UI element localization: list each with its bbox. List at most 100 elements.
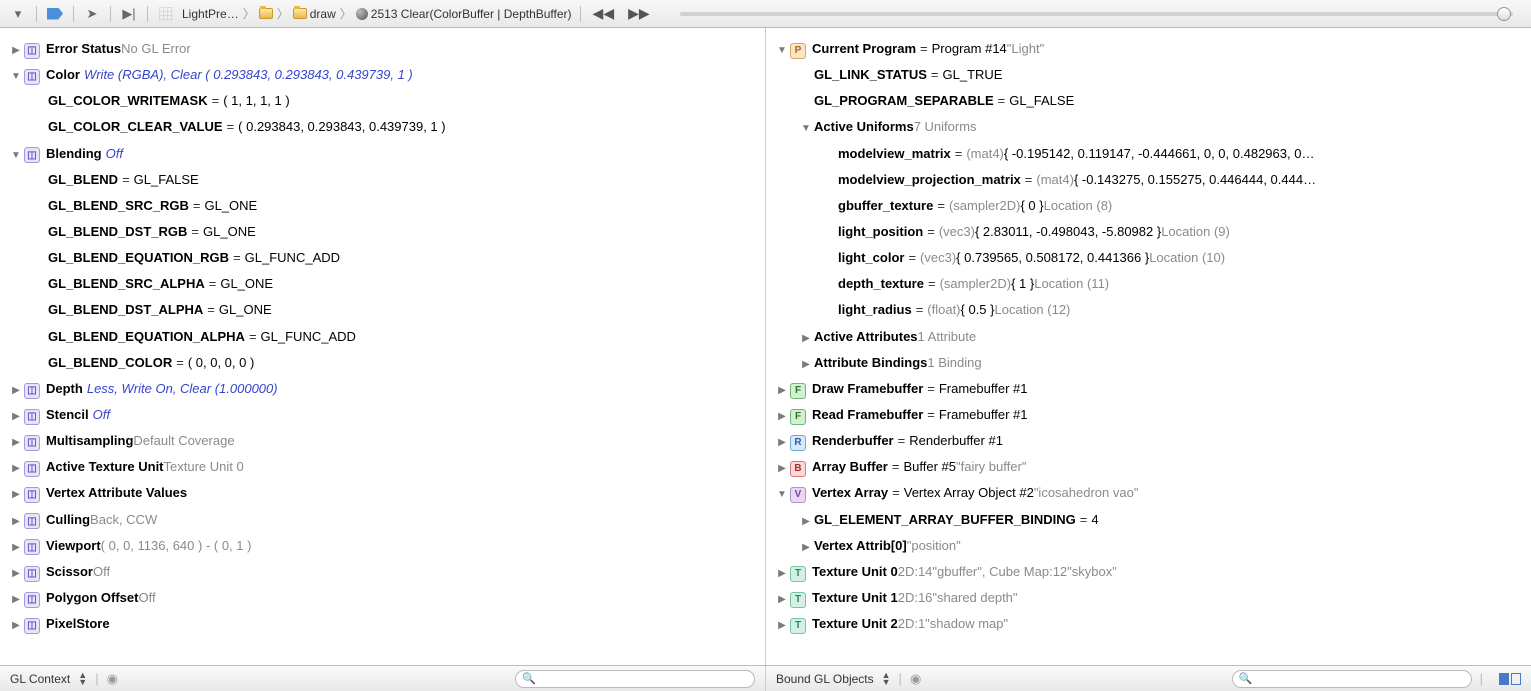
disclosure-icon[interactable] bbox=[800, 357, 812, 373]
disclosure-icon[interactable] bbox=[776, 383, 788, 399]
nav-back-icon[interactable]: ◀◀ bbox=[589, 5, 619, 22]
row-active-texture-unit[interactable]: ◫Active Texture Unit Texture Unit 0 bbox=[0, 454, 765, 480]
disclosure-icon[interactable] bbox=[10, 618, 22, 634]
panel-toggle[interactable] bbox=[1499, 673, 1521, 685]
row-uniform-mvp[interactable]: modelview_projection_matrix=(mat4) { -0.… bbox=[766, 167, 1531, 193]
row-vertex-attr-values[interactable]: ◫Vertex Attribute Values bbox=[0, 480, 765, 506]
footer-search-right[interactable]: 🔍 bbox=[1232, 670, 1472, 688]
disclosure-icon[interactable] bbox=[10, 69, 22, 85]
stepper-icon[interactable]: ▲▼ bbox=[78, 672, 87, 686]
disclosure-icon[interactable] bbox=[10, 435, 22, 451]
dropdown-menu-icon[interactable]: ▾ bbox=[8, 5, 28, 23]
row-attribute-bindings[interactable]: Attribute Bindings 1 Binding bbox=[766, 350, 1531, 376]
row-eq-alpha[interactable]: GL_BLEND_EQUATION_ALPHA=GL_FUNC_ADD bbox=[0, 324, 765, 350]
row-renderbuffer[interactable]: RRenderbuffer=Renderbuffer #1 bbox=[766, 428, 1531, 454]
row-eq-rgb[interactable]: GL_BLEND_EQUATION_RGB=GL_FUNC_ADD bbox=[0, 245, 765, 271]
row-link-status[interactable]: GL_LINK_STATUS=GL_TRUE bbox=[766, 62, 1531, 88]
disclosure-icon[interactable] bbox=[800, 514, 812, 530]
row-uniform-light-color[interactable]: light_color=(vec3) { 0.739565, 0.508172,… bbox=[766, 245, 1531, 271]
crumb-folder2[interactable]: draw bbox=[293, 7, 336, 21]
stepper-icon[interactable]: ▲▼ bbox=[882, 672, 891, 686]
row-texture-unit-2[interactable]: TTexture Unit 2 2D:1"shadow map" bbox=[766, 611, 1531, 637]
row-src-rgb[interactable]: GL_BLEND_SRC_RGB=GL_ONE bbox=[0, 193, 765, 219]
prop-name: Error Status bbox=[46, 39, 121, 59]
panel-left-icon[interactable] bbox=[1499, 673, 1509, 685]
row-uniform-depth-texture[interactable]: depth_texture=(sampler2D) { 1 } Location… bbox=[766, 271, 1531, 297]
disclosure-icon[interactable] bbox=[776, 43, 788, 59]
row-dst-alpha[interactable]: GL_BLEND_DST_ALPHA=GL_ONE bbox=[0, 297, 765, 323]
row-error-status[interactable]: ◫Error Status No GL Error bbox=[0, 36, 765, 62]
step-icon[interactable]: ▶| bbox=[119, 5, 139, 23]
breadcrumb[interactable]: LightPre… 〉 〉 draw 〉 2513 Clear(ColorBuf… bbox=[182, 5, 572, 22]
row-src-alpha[interactable]: GL_BLEND_SRC_ALPHA=GL_ONE bbox=[0, 271, 765, 297]
footer-scope-selector[interactable]: GL Context bbox=[10, 672, 70, 686]
crumb-call[interactable]: 2513 Clear(ColorBuffer | DepthBuffer) bbox=[356, 7, 572, 21]
row-texture-unit-0[interactable]: TTexture Unit 0 2D:14"gbuffer", Cube Map… bbox=[766, 559, 1531, 585]
slider-thumb[interactable] bbox=[1497, 7, 1511, 21]
row-active-attributes[interactable]: Active Attributes 1 Attribute bbox=[766, 324, 1531, 350]
row-array-buffer[interactable]: BArray Buffer=Buffer #5 "fairy buffer" bbox=[766, 454, 1531, 480]
row-current-program[interactable]: PCurrent Program=Program #14 "Light" bbox=[766, 36, 1531, 62]
row-color[interactable]: ◫ColorWrite (RGBA), Clear ( 0.293843, 0.… bbox=[0, 62, 765, 88]
row-uniform-mv[interactable]: modelview_matrix=(mat4) { -0.195142, 0.1… bbox=[766, 141, 1531, 167]
row-pixelstore[interactable]: ◫PixelStore bbox=[0, 611, 765, 637]
disclosure-icon[interactable] bbox=[776, 618, 788, 634]
row-vertex-attrib-0[interactable]: Vertex Attrib[0] "position" bbox=[766, 533, 1531, 559]
disclosure-icon[interactable] bbox=[776, 487, 788, 503]
footer-scope-selector[interactable]: Bound GL Objects bbox=[776, 672, 874, 686]
row-vertex-array[interactable]: VVertex Array=Vertex Array Object #2 "ic… bbox=[766, 480, 1531, 506]
row-blending[interactable]: ◫BlendingOff bbox=[0, 141, 765, 167]
row-blend-color[interactable]: GL_BLEND_COLOR=( 0, 0, 0, 0 ) bbox=[0, 350, 765, 376]
row-writemask[interactable]: GL_COLOR_WRITEMASK=( 1, 1, 1, 1 ) bbox=[0, 88, 765, 114]
eye-icon[interactable]: ◉ bbox=[107, 671, 118, 687]
disclosure-icon[interactable] bbox=[10, 566, 22, 582]
frame-slider[interactable] bbox=[680, 12, 1513, 16]
disclosure-icon[interactable] bbox=[10, 592, 22, 608]
disclosure-icon[interactable] bbox=[10, 409, 22, 425]
row-blend[interactable]: GL_BLEND=GL_FALSE bbox=[0, 167, 765, 193]
row-draw-framebuffer[interactable]: FDraw Framebuffer=Framebuffer #1 bbox=[766, 376, 1531, 402]
disclosure-icon[interactable] bbox=[800, 121, 812, 137]
disclosure-icon[interactable] bbox=[800, 331, 812, 347]
disclosure-icon[interactable] bbox=[776, 435, 788, 451]
row-multisampling[interactable]: ◫Multisampling Default Coverage bbox=[0, 428, 765, 454]
row-scissor[interactable]: ◫Scissor Off bbox=[0, 559, 765, 585]
grid-icon[interactable] bbox=[156, 5, 176, 23]
row-uniform-light-radius[interactable]: light_radius=(float) { 0.5 } Location (1… bbox=[766, 297, 1531, 323]
row-texture-unit-1[interactable]: TTexture Unit 1 2D:16"shared depth" bbox=[766, 585, 1531, 611]
crumb-folder1[interactable] bbox=[259, 8, 273, 19]
row-uniform-light-position[interactable]: light_position=(vec3) { 2.83011, -0.4980… bbox=[766, 219, 1531, 245]
tag-icon[interactable] bbox=[45, 5, 65, 23]
disclosure-icon[interactable] bbox=[776, 566, 788, 582]
row-program-separable[interactable]: GL_PROGRAM_SEPARABLE=GL_FALSE bbox=[766, 88, 1531, 114]
panel-right-icon[interactable] bbox=[1511, 673, 1521, 685]
row-polygon-offset[interactable]: ◫Polygon Offset Off bbox=[0, 585, 765, 611]
disclosure-icon[interactable] bbox=[10, 514, 22, 530]
send-icon[interactable]: ➤ bbox=[82, 5, 102, 23]
row-dst-rgb[interactable]: GL_BLEND_DST_RGB=GL_ONE bbox=[0, 219, 765, 245]
disclosure-icon[interactable] bbox=[10, 43, 22, 59]
folder-icon bbox=[259, 8, 273, 19]
crumb-root[interactable]: LightPre… bbox=[182, 7, 239, 21]
eye-icon[interactable]: ◉ bbox=[910, 671, 921, 687]
disclosure-icon[interactable] bbox=[776, 461, 788, 477]
disclosure-icon[interactable] bbox=[800, 540, 812, 556]
disclosure-icon[interactable] bbox=[10, 461, 22, 477]
row-element-array-buffer[interactable]: GL_ELEMENT_ARRAY_BUFFER_BINDING=4 bbox=[766, 507, 1531, 533]
disclosure-icon[interactable] bbox=[776, 592, 788, 608]
row-viewport[interactable]: ◫Viewport ( 0, 0, 1136, 640 ) - ( 0, 1 ) bbox=[0, 533, 765, 559]
row-stencil[interactable]: ◫StencilOff bbox=[0, 402, 765, 428]
row-read-framebuffer[interactable]: FRead Framebuffer=Framebuffer #1 bbox=[766, 402, 1531, 428]
nav-forward-icon[interactable]: ▶▶ bbox=[624, 5, 654, 22]
row-culling[interactable]: ◫Culling Back, CCW bbox=[0, 507, 765, 533]
row-active-uniforms[interactable]: Active Uniforms 7 Uniforms bbox=[766, 114, 1531, 140]
disclosure-icon[interactable] bbox=[776, 409, 788, 425]
disclosure-icon[interactable] bbox=[10, 383, 22, 399]
footer-search-left[interactable]: 🔍 bbox=[515, 670, 755, 688]
disclosure-icon[interactable] bbox=[10, 487, 22, 503]
row-uniform-gbuffer[interactable]: gbuffer_texture=(sampler2D) { 0 } Locati… bbox=[766, 193, 1531, 219]
row-clearvalue[interactable]: GL_COLOR_CLEAR_VALUE=( 0.293843, 0.29384… bbox=[0, 114, 765, 140]
row-depth[interactable]: ◫DepthLess, Write On, Clear (1.000000) bbox=[0, 376, 765, 402]
disclosure-icon[interactable] bbox=[10, 148, 22, 164]
disclosure-icon[interactable] bbox=[10, 540, 22, 556]
